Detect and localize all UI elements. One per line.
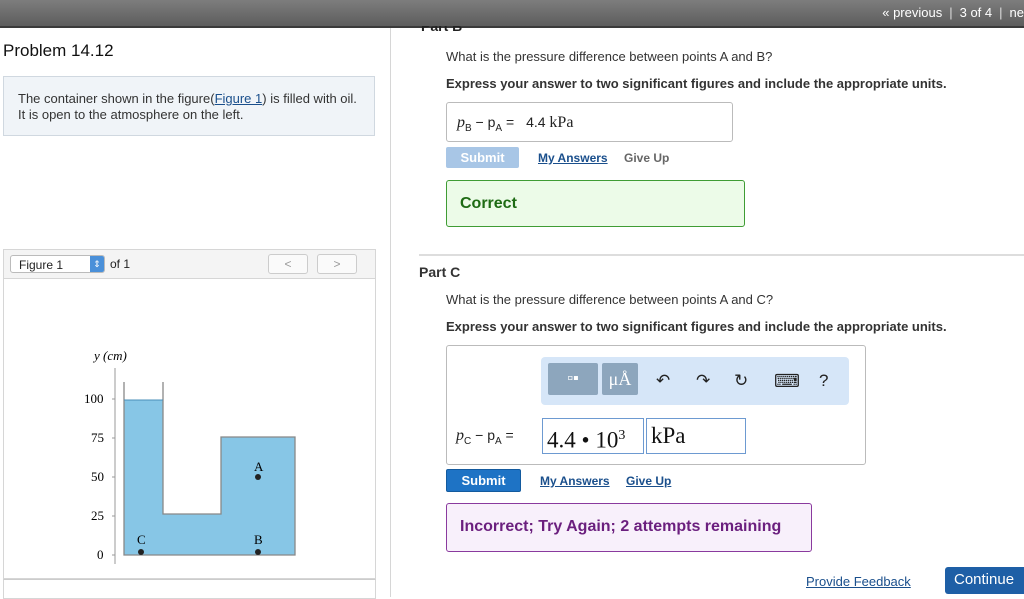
part-b-answer-unit: kPa (549, 114, 574, 131)
point-a-label: A (254, 459, 264, 474)
next-figure-button[interactable]: > (317, 254, 357, 274)
prev-figure-button[interactable]: < (268, 254, 308, 274)
part-c-title: Part C (419, 264, 461, 280)
part-c-feedback-incorrect: Incorrect; Try Again; 2 attempts remaini… (446, 503, 812, 552)
separator: | (999, 5, 1003, 20)
divider (419, 254, 1024, 256)
provide-feedback-link[interactable]: Provide Feedback (806, 574, 911, 589)
point-c-label: C (137, 532, 146, 547)
problem-title: Problem 14.12 (3, 41, 114, 60)
page-indicator: 3 of 4 (959, 5, 993, 20)
problem-panel: Problem 14.12 The container shown in the… (0, 28, 391, 599)
oil-fill (124, 400, 295, 555)
point-c-marker (138, 549, 144, 555)
part-c-give-up-link[interactable]: Give Up (626, 474, 671, 488)
answer-panel: Part B What is the pressure difference b… (391, 26, 1024, 597)
tick-label: 75 (91, 430, 104, 445)
y-axis-label: y (cm) (92, 348, 127, 363)
figure-count: of 1 (110, 257, 131, 271)
part-c-my-answers-link[interactable]: My Answers (540, 474, 610, 488)
part-b-give-up-link[interactable]: Give Up (624, 151, 669, 165)
part-b-submit-button[interactable]: Submit (446, 147, 519, 168)
part-c-question: What is the pressure difference between … (446, 292, 774, 307)
part-b-question: What is the pressure difference between … (446, 49, 773, 64)
part-c-value-input[interactable]: 4.4 • 103 (542, 418, 644, 454)
pagination-nav: « previous | 3 of 4 | ne (876, 5, 1024, 20)
part-c-instruction: Express your answer to two significant f… (446, 319, 947, 334)
y-ticks: 100 75 50 25 0 (84, 391, 115, 562)
next-link[interactable]: ne (1010, 5, 1024, 20)
figure-area: y (cm) 100 75 50 25 0 A B C (3, 279, 376, 579)
undo-icon[interactable]: ↶ (656, 371, 670, 391)
container-figure: y (cm) 100 75 50 25 0 A B C (84, 348, 296, 564)
part-b-instruction: Express your answer to two significant f… (446, 76, 947, 91)
point-b-marker (255, 549, 261, 555)
problem-statement: The container shown in the figure(Figure… (3, 76, 375, 136)
problem-text: The container shown in the figure( (18, 91, 215, 106)
part-c-unit-input[interactable]: kPa (646, 418, 746, 454)
template-button[interactable]: ▫▪ (548, 363, 598, 395)
point-a-marker (255, 474, 261, 480)
chevron-up-down-icon: ⇕ (90, 256, 104, 272)
figure-select[interactable]: Figure 1 ⇕ (10, 255, 105, 273)
point-b-label: B (254, 532, 263, 547)
part-c-equation-label: pC − pA = (456, 427, 514, 447)
figure-footer (3, 579, 376, 599)
tick-label: 0 (97, 547, 104, 562)
figure-toolbar: Figure 1 ⇕ of 1 < > (3, 249, 376, 279)
part-b-answer-box: pB − pA = 4.4 kPa (446, 102, 733, 142)
separator: | (949, 5, 953, 20)
units-button[interactable]: μÅ (602, 363, 638, 395)
previous-link[interactable]: « previous (882, 5, 942, 20)
top-nav-bar: « previous | 3 of 4 | ne (0, 0, 1024, 28)
keyboard-icon[interactable]: ⌨ (774, 371, 800, 391)
part-b-header: Part B (421, 26, 463, 34)
tick-label: 50 (91, 469, 104, 484)
part-b-feedback-correct: Correct (446, 180, 745, 227)
tick-label: 100 (84, 391, 104, 406)
tick-label: 25 (91, 508, 104, 523)
figure-select-value: Figure 1 (19, 258, 64, 272)
part-b-answer-value: 4.4 (526, 114, 546, 130)
figure-link[interactable]: Figure 1 (215, 91, 263, 106)
continue-button[interactable]: Continue (945, 567, 1024, 594)
help-icon[interactable]: ? (819, 371, 828, 391)
part-c-submit-button[interactable]: Submit (446, 469, 521, 492)
redo-icon[interactable]: ↷ (696, 371, 710, 391)
part-b-my-answers-link[interactable]: My Answers (538, 151, 608, 165)
reset-icon[interactable]: ↻ (734, 371, 748, 391)
math-toolbar: ▫▪ μÅ ↶ ↷ ↻ ⌨ ? (541, 357, 849, 405)
part-b-equation: pB − pA = 4.4 kPa (457, 114, 574, 134)
